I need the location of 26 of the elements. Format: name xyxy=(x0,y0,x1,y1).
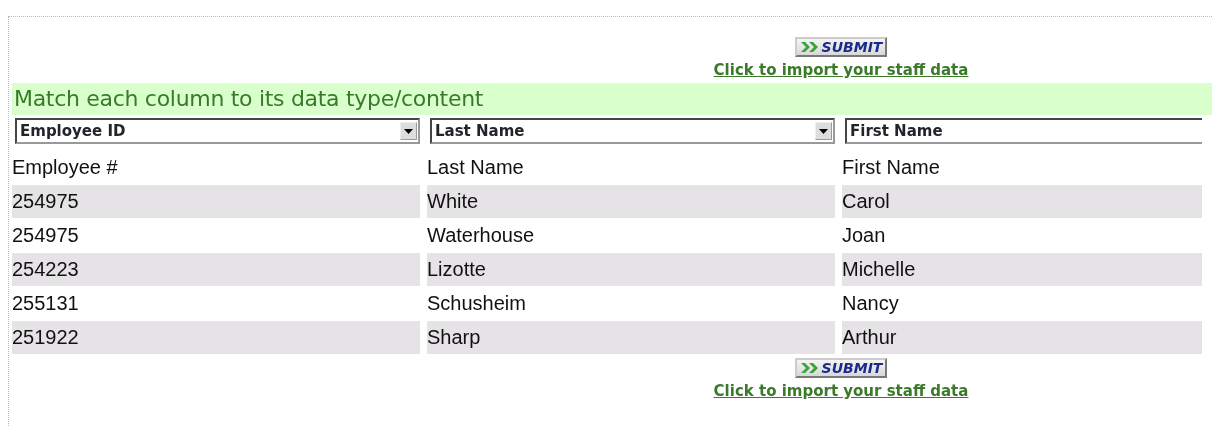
column-select[interactable]: Employee ID xyxy=(15,118,420,144)
table-cell: Arthur xyxy=(842,321,1202,354)
column-header: Employee # xyxy=(12,155,119,180)
column-select[interactable]: Last Name xyxy=(430,118,835,144)
table-cell: Sharp xyxy=(427,321,835,354)
column-header: First Name xyxy=(842,155,941,180)
column-select[interactable]: First Name xyxy=(845,118,1202,144)
table-cell: Lizotte xyxy=(427,253,835,286)
table-cell: 251922 xyxy=(12,321,420,354)
table-cell: White xyxy=(427,185,835,218)
banner-heading: Match each column to its data type/content xyxy=(12,83,1212,115)
table-cell-text: Nancy xyxy=(842,291,900,316)
table-cell-text: 254975 xyxy=(12,223,80,248)
table-cell: Carol xyxy=(842,185,1202,218)
table-cell-text: Joan xyxy=(842,223,887,248)
table-cell: Michelle xyxy=(842,253,1202,286)
table-cell: 254223 xyxy=(12,253,420,286)
import-link[interactable]: Click to import your staff data xyxy=(713,61,969,79)
table-cell-text: 255131 xyxy=(12,291,80,316)
table-cell: 254975 xyxy=(12,185,420,218)
table-cell-text: Waterhouse xyxy=(427,223,536,248)
column-header: Last Name xyxy=(427,155,525,180)
submit-button[interactable]: SUBMIT xyxy=(794,37,888,57)
submit-button[interactable]: SUBMIT xyxy=(794,358,888,378)
import-link[interactable]: Click to import your staff data xyxy=(713,382,969,400)
table-cell-text: Schusheim xyxy=(427,291,527,316)
